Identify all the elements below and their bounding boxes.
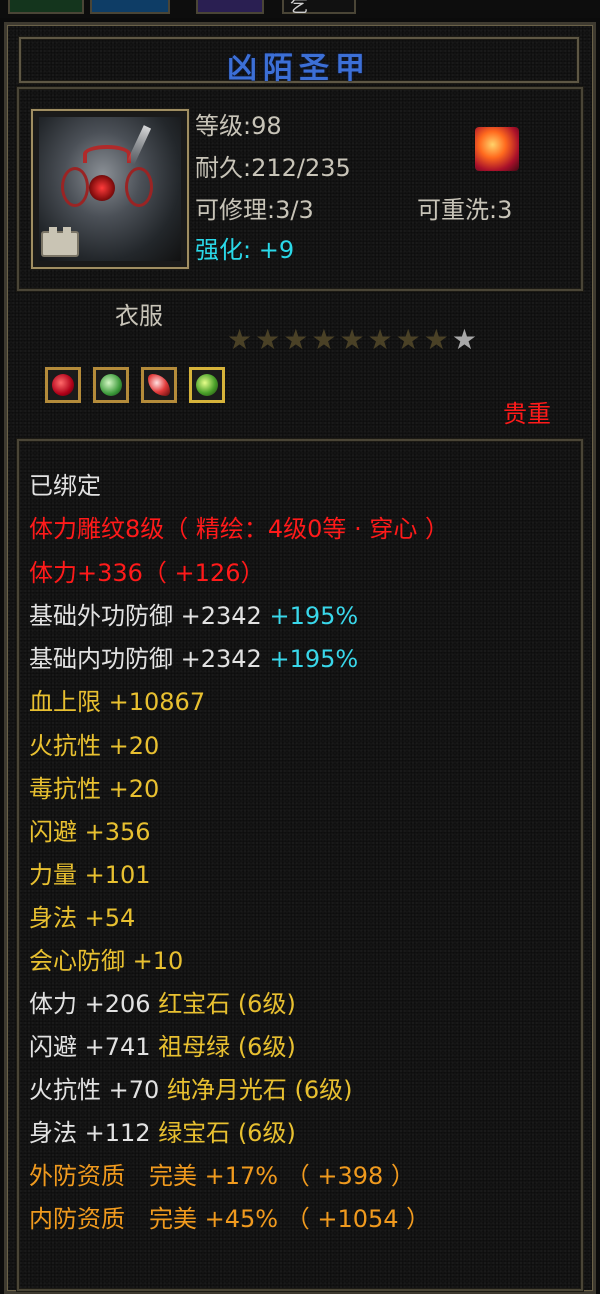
int-defense-pct: +195% (269, 645, 359, 673)
poison-res-line: 毒抗性 +20 (29, 775, 160, 803)
armor-type-badge-icon (41, 227, 79, 257)
int-defense-label: 基础内功防御 +2342 (29, 645, 262, 673)
item-rewashable: 可重洗:3 (417, 196, 513, 224)
enhance-label: 强化: (195, 236, 252, 264)
bound-status: 已绑定 (29, 472, 101, 500)
fire-res-line: 火抗性 +20 (29, 732, 160, 760)
emerald-gem-icon[interactable] (93, 367, 129, 403)
star-icon: ★ (367, 323, 396, 356)
enhance-value: +9 (258, 236, 295, 264)
agility-line: 身法 +54 (29, 904, 136, 932)
gem3-stat: 火抗性 +70 (29, 1076, 160, 1104)
int-quality-line: 内防资质 完美 +45% （ +1054 ） (29, 1205, 431, 1233)
star-icon: ★ (283, 323, 312, 356)
star-icon: ★ (339, 323, 368, 356)
gem2-name: 祖母绿 (6级) (158, 1033, 296, 1061)
green-jade-gem-icon[interactable] (189, 367, 225, 403)
item-level: 等级:98 (195, 112, 282, 140)
dodge-line: 闪避 +356 (29, 818, 151, 846)
gem1-stat: 体力 +206 (29, 990, 151, 1018)
crit-def-line: 会心防御 +10 (29, 947, 184, 975)
fire-effect-icon[interactable] (475, 127, 519, 171)
top-tab-strip: 乞 (0, 0, 600, 18)
stamina-line: 体力+336（ +126） (29, 559, 265, 587)
title-bar: 凶陌圣甲 (19, 37, 579, 86)
item-repairable: 可修理:3/3 (195, 196, 314, 224)
gem4-line: 身法 +112 绿宝石 (6级) (29, 1118, 296, 1148)
item-tooltip-panel: 凶陌圣甲 等级:98 耐久:212/235 可修理:3/3 可重洗:3 强化: … (4, 22, 596, 1294)
hp-line: 血上限 +10867 (29, 688, 206, 716)
star-icon: ★ (395, 323, 424, 356)
top-tab-2[interactable] (90, 0, 170, 14)
item-durability: 耐久:212/235 (195, 154, 351, 182)
top-tab-4[interactable]: 乞 (282, 0, 356, 17)
gem2-stat: 闪避 +741 (29, 1033, 151, 1061)
star-rating: ★★★★★★★★★ (227, 325, 480, 355)
item-enhance: 强化: +9 (195, 235, 294, 265)
gem1-name: 红宝石 (6级) (158, 990, 296, 1018)
star-icon: ★ (311, 323, 340, 356)
item-name: 凶陌圣甲 (227, 51, 371, 86)
item-icon-frame (31, 109, 189, 269)
gem3-line: 火抗性 +70 纯净月光石 (6级) (29, 1075, 353, 1105)
rarity-label: 贵重 (503, 400, 551, 428)
gem3-name: 纯净月光石 (6级) (166, 1076, 353, 1104)
gem2-line: 闪避 +741 祖母绿 (6级) (29, 1032, 296, 1062)
top-tab-4-label: 乞 (290, 0, 308, 17)
ext-defense-line: 基础外功防御 +2342 +195% (29, 601, 358, 631)
ext-quality-line: 外防资质 完美 +17% （ +398 ） (29, 1162, 415, 1190)
gem4-stat: 身法 +112 (29, 1119, 151, 1147)
gem1-line: 体力 +206 红宝石 (6级) (29, 989, 296, 1019)
star-icon: ★ (227, 323, 256, 356)
int-defense-line: 基础内功防御 +2342 +195% (29, 644, 358, 674)
red-crystal-gem-icon[interactable] (141, 367, 177, 403)
gem4-name: 绿宝石 (6级) (158, 1119, 296, 1147)
ruby-gem-icon[interactable] (45, 367, 81, 403)
item-category: 衣服 (115, 302, 163, 330)
star-icon: ★ (423, 323, 452, 356)
ext-defense-pct: +195% (269, 602, 359, 630)
ext-defense-label: 基础外功防御 +2342 (29, 602, 262, 630)
star-icon: ★ (255, 323, 284, 356)
star-icon: ★ (451, 323, 480, 356)
engrave-line: 体力雕纹8级（ 精绘：4级0等 · 穿心 ） (29, 515, 449, 543)
strength-line: 力量 +101 (29, 861, 151, 889)
top-tab-3[interactable] (196, 0, 264, 14)
top-tab-1[interactable] (8, 0, 84, 14)
